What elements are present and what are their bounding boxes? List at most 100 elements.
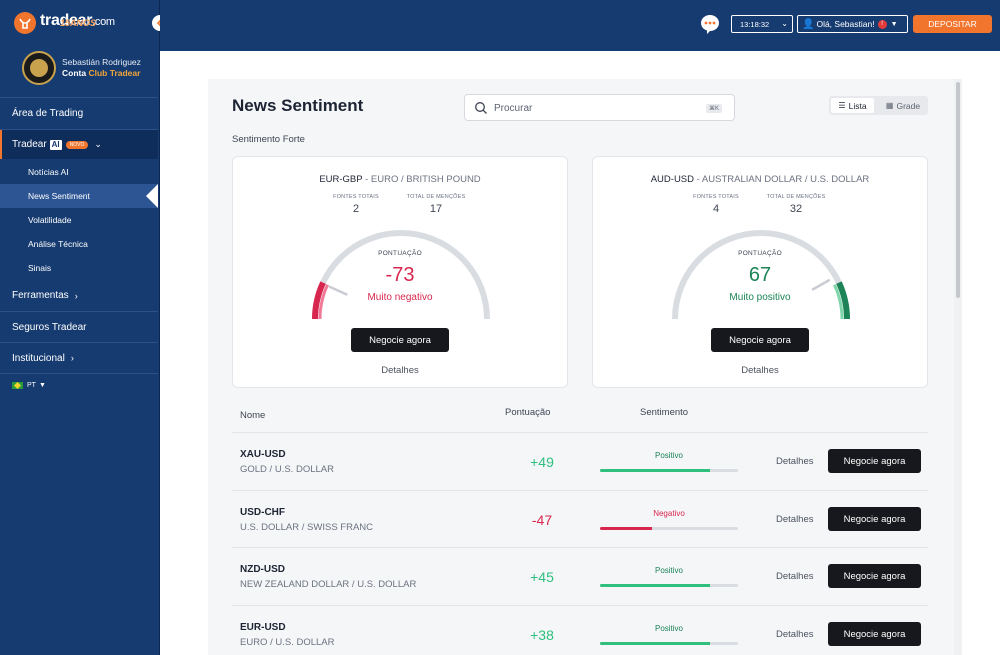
table-row[interactable]: EUR-USD EURO / U.S. DOLLAR +38 Positivo Deta… [232,605,928,655]
table-row[interactable]: USD-CHF U.S. DOLLAR / SWISS FRANC -47 Negat… [232,490,928,548]
scrollbar-thumb[interactable] [956,82,960,298]
trade-now-button[interactable]: Negocie agora [828,507,921,531]
score-value: -73 [385,264,415,286]
caret-down-icon: ▼ [890,20,898,28]
menu-area-trading[interactable]: Área de Trading [0,98,158,129]
menu-seguros[interactable]: Seguros Tradear [0,312,158,342]
card-pair: EUR-GBP - EURO / BRITISH POUND [319,174,481,185]
sentiment-card: AUD-USD - AUSTRALIAN DOLLAR / U.S. DOLLA… [592,156,928,388]
card-pair: AUD-USD - AUSTRALIAN DOLLAR / U.S. DOLLA… [650,174,870,185]
row-score: -47 [531,512,553,528]
clock-time: 13:18:32 [740,19,770,29]
submenu-news-sentiment[interactable]: News Sentiment [0,184,158,208]
row-symbol: USD-CHF [240,507,285,518]
trade-now-button[interactable]: Negocie agora [828,622,921,646]
club-badge-avatar [22,51,56,85]
total-sources: FONTES TOTAIS 4 [693,194,739,215]
search-input[interactable]: Procurar [494,103,532,114]
search-icon [475,102,487,114]
row-name: EURO / U.S. DOLLAR [240,637,335,648]
view-toggle: ☰ Lista ▦ Grade [829,96,928,115]
trade-now-button[interactable]: Negocie agora [828,449,921,473]
chevron-right-icon: › [74,290,78,301]
grid-icon: ▦ [885,101,894,110]
table-row[interactable]: NZD-USD NEW ZEALAND DOLLAR / U.S. DOLLAR +… [232,547,928,605]
caret-down-icon: ▼ [38,381,46,389]
alert-icon: ! [877,19,887,29]
submenu-analise-tecnica[interactable]: Análise Técnica [0,232,158,256]
sentiment-bar-fill [600,527,653,530]
clock-selector[interactable]: 13:18:32 ⌄ [731,15,793,33]
column-header-sentiment: Sentimento [640,407,689,418]
trade-now-button[interactable]: Negocie agora [711,328,809,352]
table-row[interactable]: XAU-USD GOLD / U.S. DOLLAR +49 Positivo Deta… [232,432,928,490]
row-score: +38 [530,627,554,643]
sentiment-bar-fill [600,642,711,645]
column-header-score: Pontuação [505,407,551,418]
sentiment-bar [600,642,738,645]
trade-now-button[interactable]: Negocie agora [351,328,449,352]
details-link[interactable]: Detalhes [776,629,814,640]
details-link[interactable]: Detalhes [233,365,567,376]
row-name: NEW ZEALAND DOLLAR / U.S. DOLLAR [240,579,417,590]
sidebar: tradear.com 15ANOS Sebastián Rodriguez C… [0,0,168,655]
user-greeting: Olá, Sebastian! [816,19,875,29]
sentiment-card: EUR-GBP - EURO / BRITISH POUND FONTES TO… [232,156,568,388]
trade-now-button[interactable]: Negocie agora [828,564,921,588]
row-score: +45 [530,569,554,585]
language-selector[interactable]: PT ▼ [0,378,158,392]
sentiment-bar [600,584,738,587]
user-menu[interactable]: 👤 Olá, Sebastian! ! ▼ [797,15,908,33]
list-view-button[interactable]: ☰ Lista [831,98,874,113]
menu-ferramentas[interactable]: Ferramentas › [0,281,158,310]
anniversary-tagline: 15ANOS [60,18,97,28]
submenu-sinais[interactable]: Sinais [0,256,158,280]
strong-sentiment-label: Sentimento Forte [232,134,305,145]
sentiment-label: Muito negativo [367,292,433,303]
submenu-noticias-ai[interactable]: Notícias AI [0,160,158,184]
grid-view-button[interactable]: ▦ Grade [881,98,925,113]
menu-tradear-ai[interactable]: Tradear AI NOVO ⌄ [0,130,158,159]
user-icon: 👤 [802,18,815,30]
details-link[interactable]: Detalhes [593,365,927,376]
row-score: +49 [530,454,554,470]
submenu-volatilidade[interactable]: Volatilidade [0,208,158,232]
novo-badge: NOVO [65,140,89,149]
brazil-flag-icon [12,381,23,389]
user-profile[interactable]: Sebastián Rodriguez Conta Club Tradear [22,51,141,85]
chevron-right-icon: › [70,353,74,363]
ai-tag: AI [49,139,62,150]
details-link[interactable]: Detalhes [776,456,814,467]
deposit-button[interactable]: DEPOSITAR [913,15,992,33]
total-sources: FONTES TOTAIS 2 [333,194,379,215]
row-symbol: EUR-USD [240,622,286,633]
row-name: GOLD / U.S. DOLLAR [240,464,334,475]
row-sentiment-label: Positivo [654,451,683,460]
row-symbol: XAU-USD [240,449,286,460]
row-symbol: NZD-USD [240,564,285,575]
score-label: PONTUAÇÃO [738,250,782,257]
score-label: PONTUAÇÃO [378,250,422,257]
page-title: News Sentiment [232,96,364,115]
row-sentiment-label: Positivo [654,624,683,633]
profile-name: Sebastián Rodriguez [62,57,141,67]
column-header-name: Nome [240,410,266,421]
sentiment-bar-fill [600,584,711,587]
total-mentions: TOTAL DE MENÇÕES 17 [406,194,466,215]
row-sentiment-label: Positivo [654,566,683,575]
chevron-down-icon: ⌄ [781,19,788,28]
sentiment-bar-fill [600,469,711,472]
active-indicator [146,184,158,208]
chat-icon[interactable] [699,13,721,35]
bull-logo-icon [14,12,36,34]
sentiment-bar [600,469,738,472]
row-sentiment-label: Negativo [653,509,685,518]
menu-institucional[interactable]: Institucional › [0,343,158,373]
details-link[interactable]: Detalhes [776,514,814,525]
details-link[interactable]: Detalhes [776,571,814,582]
row-name: U.S. DOLLAR / SWISS FRANC [240,522,374,533]
search-box[interactable]: Procurar ⌘K [464,94,735,121]
sentiment-label: Muito positivo [729,292,791,303]
profile-club: Conta Club Tradear [62,68,141,78]
score-value: 67 [748,264,772,286]
